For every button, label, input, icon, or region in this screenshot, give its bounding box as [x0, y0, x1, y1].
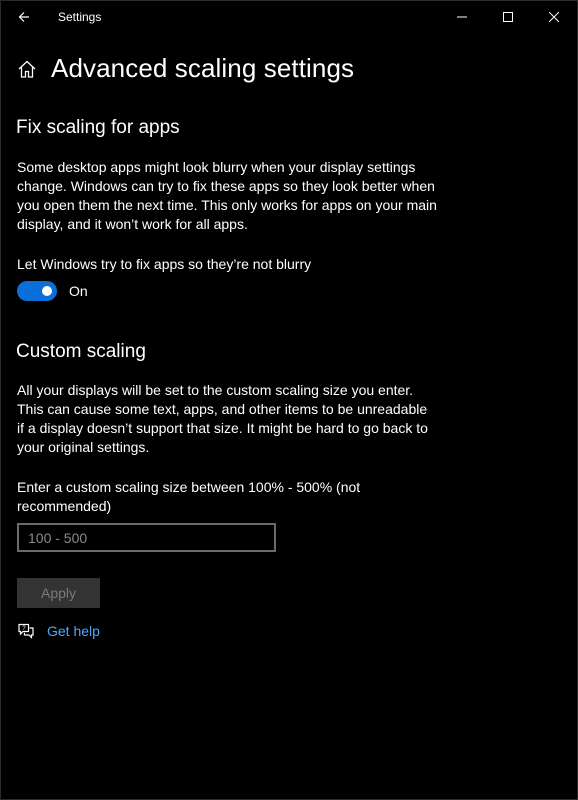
fix-scaling-heading: Fix scaling for apps — [16, 117, 180, 138]
custom-scaling-input[interactable] — [17, 523, 276, 552]
minimize-icon — [457, 16, 467, 18]
custom-scaling-input-label: Enter a custom scaling size between 100%… — [17, 479, 361, 514]
close-icon — [549, 12, 559, 22]
minimize-button[interactable] — [439, 1, 485, 33]
close-button[interactable] — [531, 1, 577, 33]
maximize-button[interactable] — [485, 1, 531, 33]
fix-scaling-description: Some desktop apps might look blurry when… — [17, 159, 437, 232]
chat-help-icon: ? — [17, 622, 35, 640]
back-button[interactable] — [1, 1, 47, 33]
get-help-link[interactable]: Get help — [47, 623, 100, 639]
back-arrow-icon — [18, 12, 29, 22]
fix-apps-toggle-row: On — [17, 281, 88, 301]
caption-buttons — [439, 1, 577, 33]
home-icon[interactable] — [17, 59, 37, 79]
settings-window: Settings Advanced scaling settings Fix s… — [0, 0, 578, 800]
custom-scaling-description: All your displays will be set to the cus… — [17, 382, 428, 455]
app-title: Settings — [58, 10, 102, 24]
toggle-knob — [42, 286, 52, 296]
page-title: Advanced scaling settings — [51, 53, 355, 83]
fix-apps-toggle-label: Let Windows try to fix apps so they’re n… — [17, 256, 312, 272]
title-bar: Settings — [1, 1, 577, 33]
maximize-icon — [503, 12, 513, 22]
toggle-state-label: On — [69, 283, 88, 299]
custom-scaling-heading: Custom scaling — [16, 341, 146, 362]
fix-apps-toggle[interactable] — [17, 281, 57, 301]
get-help-row: ? Get help — [17, 622, 100, 640]
page-header: Advanced scaling settings — [17, 53, 354, 84]
apply-button[interactable]: Apply — [17, 578, 100, 608]
